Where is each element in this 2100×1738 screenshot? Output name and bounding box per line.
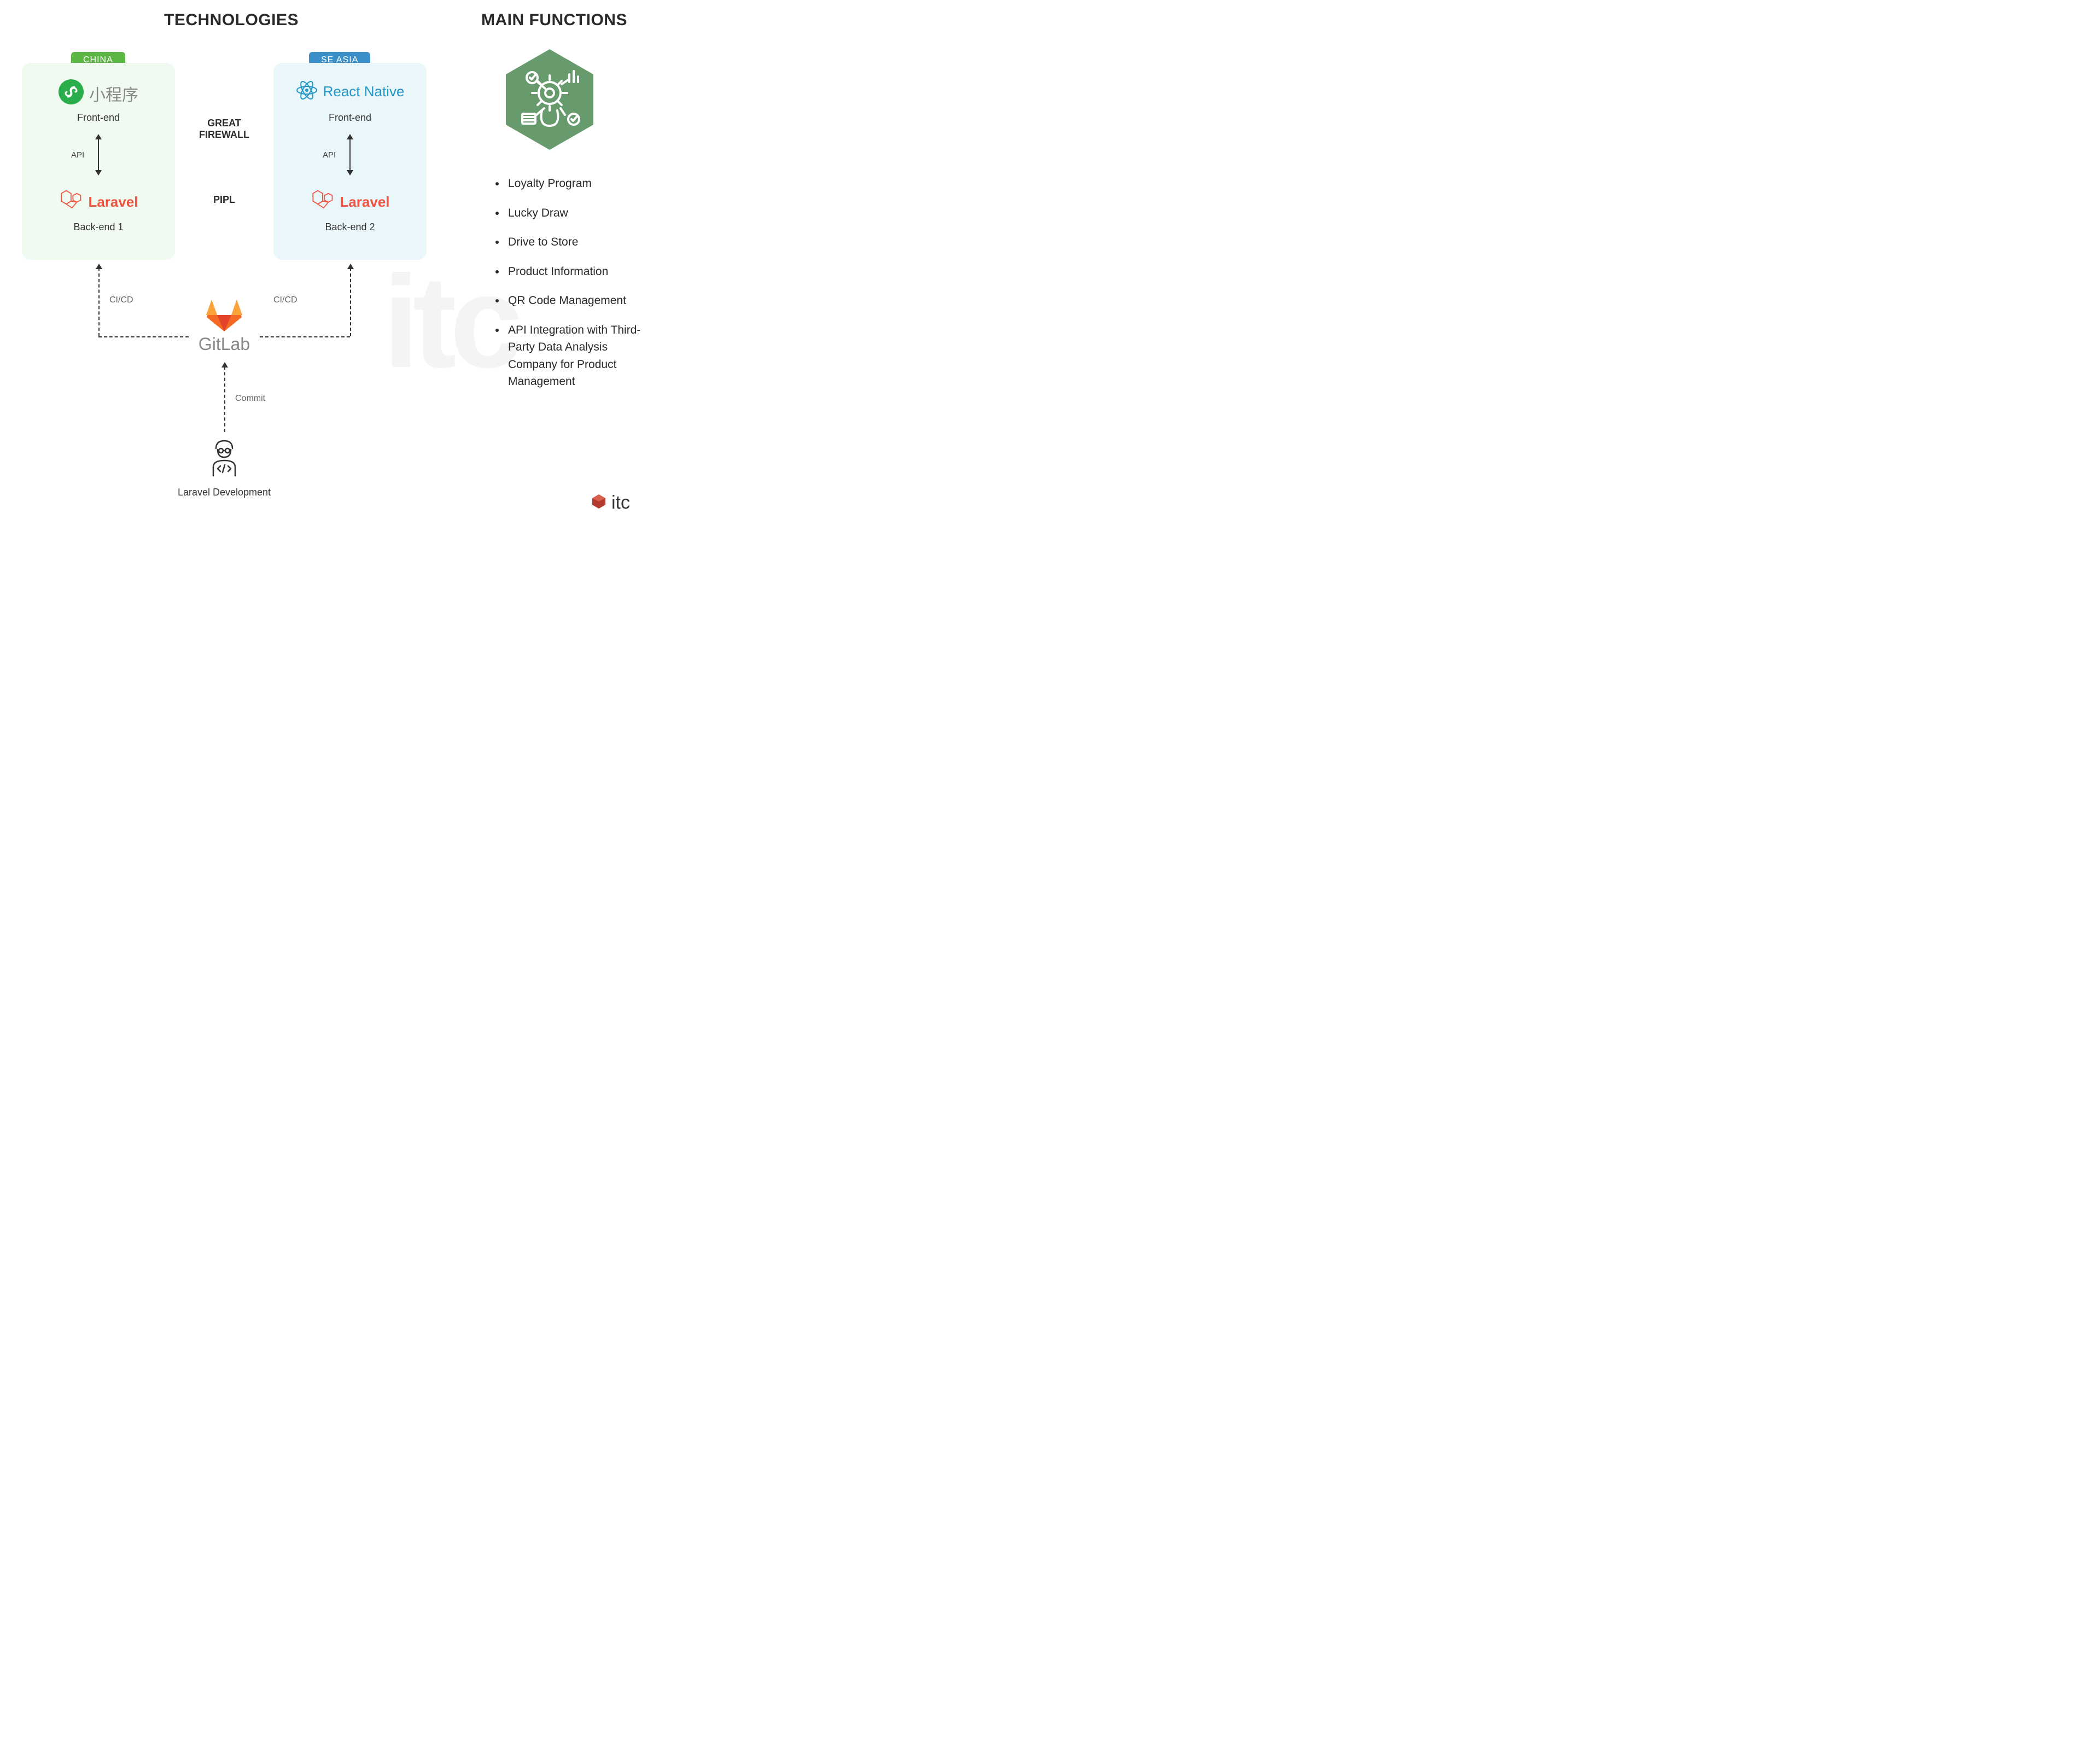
itc-brand-text: itc [611,492,630,514]
backend-seasia-label: Back-end 2 [273,221,427,233]
gitlab-icon [205,324,243,334]
commit-label: Commit [235,394,265,404]
laravel-icon [59,189,83,215]
backend-seasia-row: Laravel [273,189,427,215]
cicd-right-label: CI/CD [273,295,298,305]
cicd-left-label: CI/CD [109,295,133,305]
api-label-seasia: API [323,150,336,160]
itc-brand: itc [591,492,630,514]
arrow-down-icon [95,170,102,176]
frontend-china-row: 小程序 [22,79,175,107]
gitlab-label: GitLab [189,334,260,354]
list-item: API Integration with Third-Party Data An… [506,322,643,390]
gitlab-block: GitLab [189,295,260,354]
list-item: QR Code Management [506,292,643,310]
dashed-right-v [350,268,351,336]
functions-hexagon-icon [506,49,593,150]
itc-logo-icon [591,493,607,512]
great-firewall-label: GREAT FIREWALL [186,118,262,141]
api-label-china: API [71,150,84,160]
list-item: Lucky Draw [506,205,643,222]
frontend-seasia-name: React Native [323,83,405,100]
arrow-line-china [98,138,99,171]
dashed-right-h [260,336,350,337]
arrow-up-icon [96,264,102,269]
backend-china-row: Laravel [22,189,175,215]
list-item: Loyalty Program [506,175,643,193]
heading-main-functions: MAIN FUNCTIONS [481,11,627,30]
arrow-down-icon [347,170,353,176]
developer-block [186,438,262,484]
dashed-commit [224,366,225,432]
backend-china-name: Laravel [88,194,138,211]
developer-label: Laravel Development [148,487,301,498]
backend-china-label: Back-end 1 [22,221,175,233]
pipl-label: PIPL [186,194,262,206]
arrow-up-icon [347,264,354,269]
frontend-china-name: 小程序 [89,81,138,106]
backend-seasia-name: Laravel [340,194,389,211]
list-item: Product Information [506,263,643,281]
arrow-up-icon [221,362,228,368]
react-icon [296,79,318,104]
laravel-icon [310,189,334,215]
frontend-seasia-row: React Native [273,79,427,104]
dashed-left-h [98,336,189,337]
wechat-miniprogram-icon [59,79,84,107]
functions-list: Loyalty Program Lucky Draw Drive to Stor… [495,175,643,403]
list-item: Drive to Store [506,234,643,251]
heading-technologies: TECHNOLOGIES [164,11,299,30]
tech-box-china: 小程序 Front-end API Laravel Back-end 1 [22,63,175,260]
frontend-seasia-label: Front-end [273,112,427,124]
arrow-line-seasia [349,138,351,171]
dashed-left-v [98,268,100,336]
tech-box-seasia: React Native Front-end API Laravel Back-… [273,63,427,260]
developer-icon [202,474,246,483]
frontend-china-label: Front-end [22,112,175,124]
